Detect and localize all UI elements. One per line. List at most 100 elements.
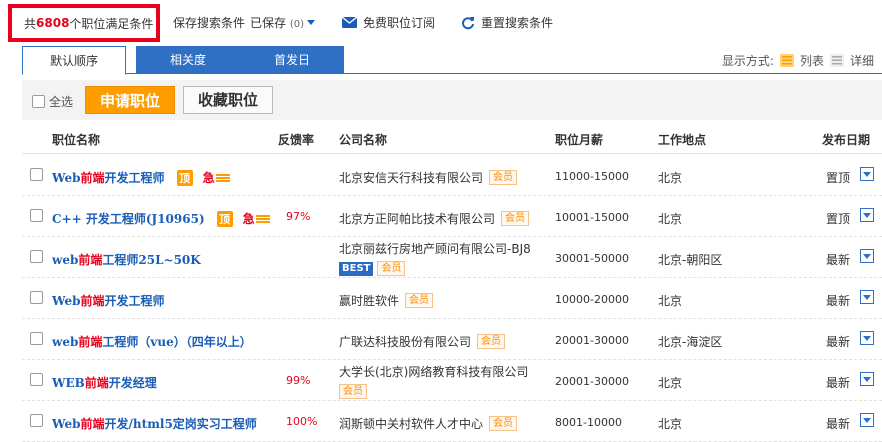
envelope-icon	[342, 17, 357, 28]
subscribe-link[interactable]: 免费职位订阅	[342, 14, 435, 31]
salary: 30001-50000	[555, 252, 629, 265]
company-link[interactable]: 大学长(北京)网络教育科技有限公司 会员	[339, 363, 528, 399]
row-checkbox[interactable]	[30, 414, 43, 427]
expand-row-icon[interactable]	[860, 208, 874, 222]
col-salary: 职位月薪	[555, 133, 604, 147]
col-publish-date: 发布日期	[822, 133, 871, 147]
row-checkbox[interactable]	[30, 291, 43, 304]
detail-view-label[interactable]: 详细	[850, 52, 874, 69]
table-row: WEB 前端 开发经理 99% 大学长(北京)网络教育科技有限公司 会员 20001-…	[22, 360, 882, 401]
select-all-checkbox[interactable]	[32, 95, 45, 108]
col-company: 公司名称	[339, 133, 388, 147]
expand-row-icon[interactable]	[860, 413, 874, 427]
location: 北京-朝阳区	[658, 253, 723, 267]
feedback-rate: 100%	[286, 415, 318, 428]
location: 北京	[658, 294, 683, 308]
company-badges: BEST 会员	[339, 261, 531, 276]
job-title-rest: 开发经理	[108, 376, 157, 390]
row-checkbox[interactable]	[30, 250, 43, 263]
job-title-prefix: C++	[52, 211, 86, 226]
company-link[interactable]: 赢时胜软件 会员	[339, 292, 434, 309]
top-badge-icon: 顶	[176, 169, 193, 186]
job-title-rest: 开发工程师(J10965)	[85, 212, 205, 226]
salary: 10001-15000	[555, 211, 629, 224]
company-name: 赢时胜软件	[339, 294, 400, 308]
caret-down-icon	[307, 20, 316, 25]
expand-row-icon[interactable]	[860, 290, 874, 304]
publish-date: 最新	[826, 417, 851, 431]
job-title-keyword: 前端	[78, 253, 103, 267]
job-title-prefix: web	[52, 334, 79, 349]
urgent-label: 急	[202, 171, 215, 185]
location: 北京	[658, 417, 683, 431]
job-title-prefix: WEB	[52, 375, 85, 390]
job-title-link[interactable]: Web 前端 开发工程师	[52, 292, 165, 309]
job-title-link[interactable]: C++ 开发工程师(J10965) 顶急	[52, 210, 270, 227]
expand-row-icon[interactable]	[860, 167, 874, 181]
company-link[interactable]: 北京丽兹行房地产顾问有限公司-BJ8 BEST 会员	[339, 240, 531, 276]
job-title-prefix: Web	[52, 170, 81, 185]
job-title-keyword: 前端	[80, 294, 105, 308]
list-view-label[interactable]: 列表	[800, 52, 824, 69]
urgent-badge-icon: 急	[243, 210, 270, 227]
member-badge: 会员	[489, 416, 518, 431]
tab-first-published[interactable]: 首发日	[240, 46, 344, 74]
expand-row-icon[interactable]	[860, 331, 874, 345]
row-checkbox[interactable]	[30, 168, 43, 181]
job-title-link[interactable]: web 前端 工程师（vue）（四年以上）	[52, 333, 252, 350]
company-link[interactable]: 北京方正阿帕比技术有限公司 会员	[339, 210, 530, 227]
table-row: Web 前端 开发工程师 赢时胜软件 会员 10000-20000 北京 最新	[22, 278, 882, 319]
company-link[interactable]: 润斯顿中关村软件人才中心 会员	[339, 415, 518, 432]
reset-search-link[interactable]: 重置搜索条件	[461, 14, 553, 31]
company-name: 广联达科技股份有限公司	[339, 335, 472, 349]
table-row: Web 前端 开发/html5定岗实习工程师 100% 润斯顿中关村软件人才中心 会员…	[22, 401, 882, 442]
publish-date: 最新	[826, 253, 851, 267]
list-view-icon[interactable]	[779, 54, 794, 67]
tab-default-order[interactable]: 默认顺序	[22, 46, 126, 75]
salary: 20001-30000	[555, 375, 629, 388]
job-title-link[interactable]: Web 前端 开发工程师顶急	[52, 169, 230, 186]
saved-count: (0)	[289, 19, 305, 30]
table-row: web 前端 工程师25L~50K 北京丽兹行房地产顾问有限公司-BJ8 BEST 会员…	[22, 237, 882, 278]
job-title-keyword: 前端	[78, 335, 103, 349]
result-count-suffix: 个职位满足条件	[69, 16, 154, 31]
job-title-link[interactable]: Web 前端 开发/html5定岗实习工程师	[52, 415, 257, 432]
job-title-rest: 工程师25L~50K	[102, 253, 201, 267]
apply-job-button[interactable]: 申请职位	[85, 86, 175, 114]
favorite-job-button[interactable]: 收藏职位	[183, 86, 273, 114]
publish-date: 置顶	[826, 212, 851, 226]
salary: 20001-30000	[555, 334, 629, 347]
expand-row-icon[interactable]	[860, 249, 874, 263]
row-checkbox[interactable]	[30, 209, 43, 222]
job-title-prefix: web	[52, 252, 79, 267]
save-search-link[interactable]: 保存搜索条件	[173, 14, 245, 31]
select-all-label: 全选	[49, 95, 74, 109]
top-badge-icon: 顶	[216, 210, 233, 227]
row-checkbox[interactable]	[30, 332, 43, 345]
job-title-rest: 开发工程师	[104, 294, 165, 308]
detail-view-icon[interactable]	[829, 54, 844, 67]
company-link[interactable]: 广联达科技股份有限公司 会员	[339, 333, 506, 350]
job-title-link[interactable]: web 前端 工程师25L~50K	[52, 251, 201, 268]
job-title-prefix: Web	[52, 293, 81, 308]
row-checkbox[interactable]	[30, 373, 43, 386]
member-badge: 会员	[489, 170, 518, 185]
saved-label: 已保存	[250, 16, 287, 30]
urgent-badge-icon: 急	[203, 169, 230, 186]
member-badge: 会员	[405, 293, 434, 308]
job-title-rest: 开发工程师	[104, 171, 165, 185]
company-badges: 会员	[339, 384, 528, 399]
job-title-keyword: 前端	[84, 376, 109, 390]
location: 北京	[658, 376, 683, 390]
saved-searches-dropdown[interactable]: 已保存 (0)	[250, 14, 316, 31]
company-link[interactable]: 北京安信天行科技有限公司 会员	[339, 169, 518, 186]
location: 北京-海淀区	[658, 335, 723, 349]
job-title-keyword: 前端	[80, 171, 105, 185]
table-header: 职位名称 反馈率 公司名称 职位月薪 工作地点 发布日期	[22, 124, 882, 154]
result-count-prefix: 共	[24, 16, 37, 31]
select-all[interactable]: 全选	[32, 93, 73, 110]
expand-row-icon[interactable]	[860, 372, 874, 386]
company-name: 润斯顿中关村软件人才中心	[339, 417, 484, 431]
job-title-link[interactable]: WEB 前端 开发经理	[52, 374, 157, 391]
tab-relevance[interactable]: 相关度	[136, 46, 240, 74]
